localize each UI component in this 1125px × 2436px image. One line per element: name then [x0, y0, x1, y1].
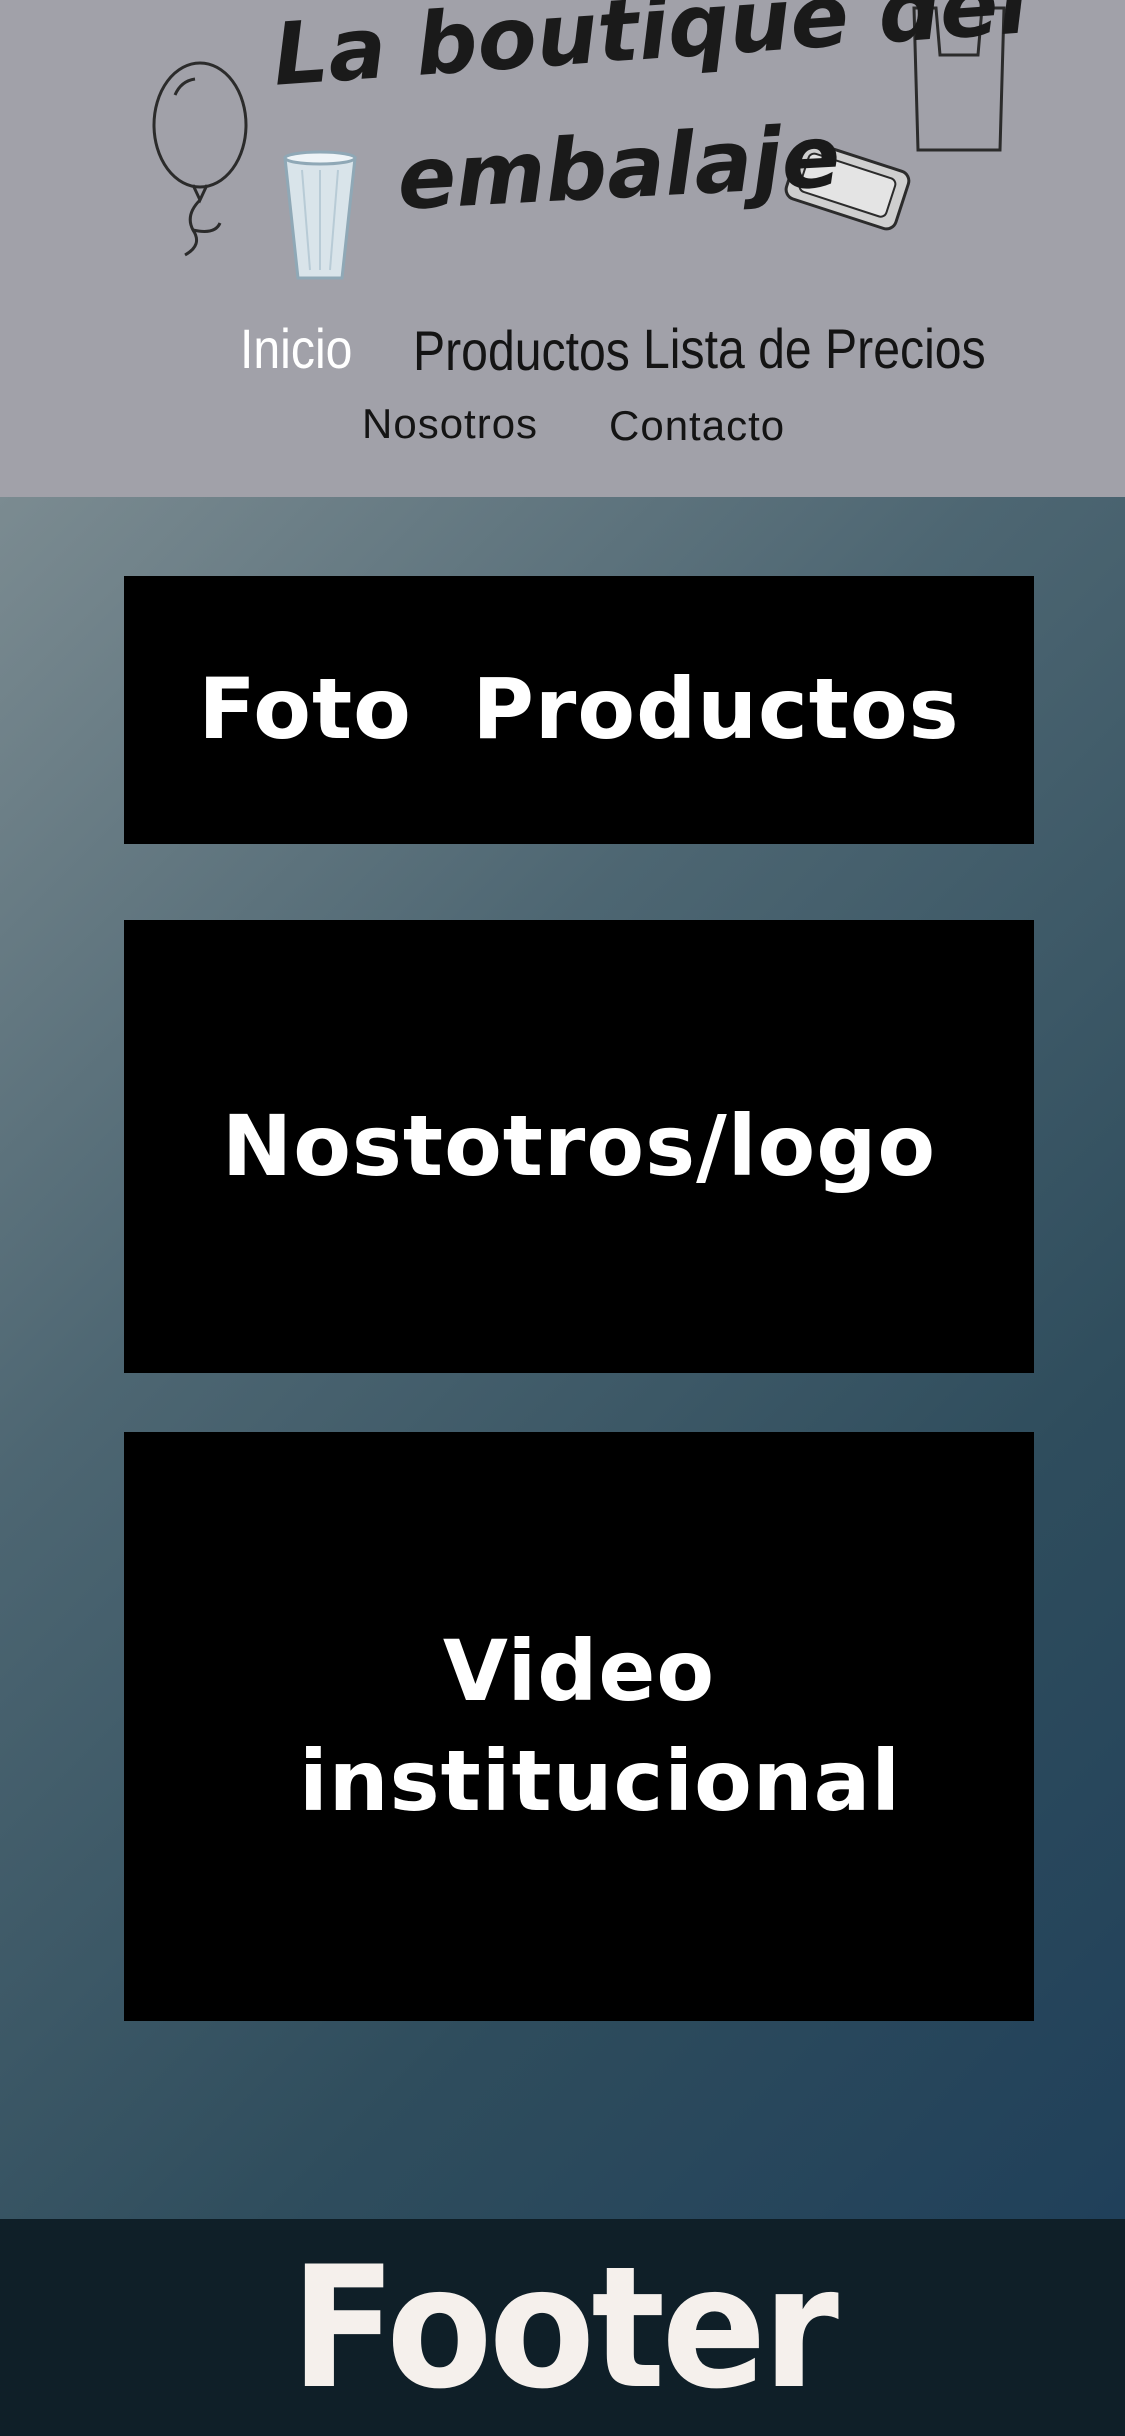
footer-label: Footer	[290, 2229, 838, 2426]
site-footer: Footer	[0, 2219, 1125, 2436]
institutional-video-label: Video institucional	[299, 1622, 902, 1830]
photo-products-block[interactable]: Foto Productos	[124, 576, 1034, 844]
balloon-icon	[152, 61, 248, 257]
about-logo-label: Nostotros/logo	[221, 1096, 937, 1195]
nav-link-productos[interactable]: Productos	[413, 318, 630, 383]
site-header: La boutique del embalaje Inicio Producto…	[0, 0, 1125, 497]
photo-products-label: Foto Productos	[198, 660, 960, 759]
nav-link-lista-de-precios[interactable]: Lista de Precios	[643, 316, 986, 381]
site-logo[interactable]: La boutique del embalaje	[140, 0, 1031, 290]
about-logo-block[interactable]: Nostotros/logo	[124, 920, 1034, 1373]
nav-link-inicio[interactable]: Inicio	[240, 316, 352, 381]
nav-link-contacto[interactable]: Contacto	[609, 402, 785, 450]
logo-text-line2: embalaje	[395, 106, 843, 230]
institutional-video-block[interactable]: Video institucional	[124, 1432, 1034, 2021]
cup-icon	[283, 150, 357, 280]
nav-link-nosotros[interactable]: Nosotros	[362, 400, 538, 448]
